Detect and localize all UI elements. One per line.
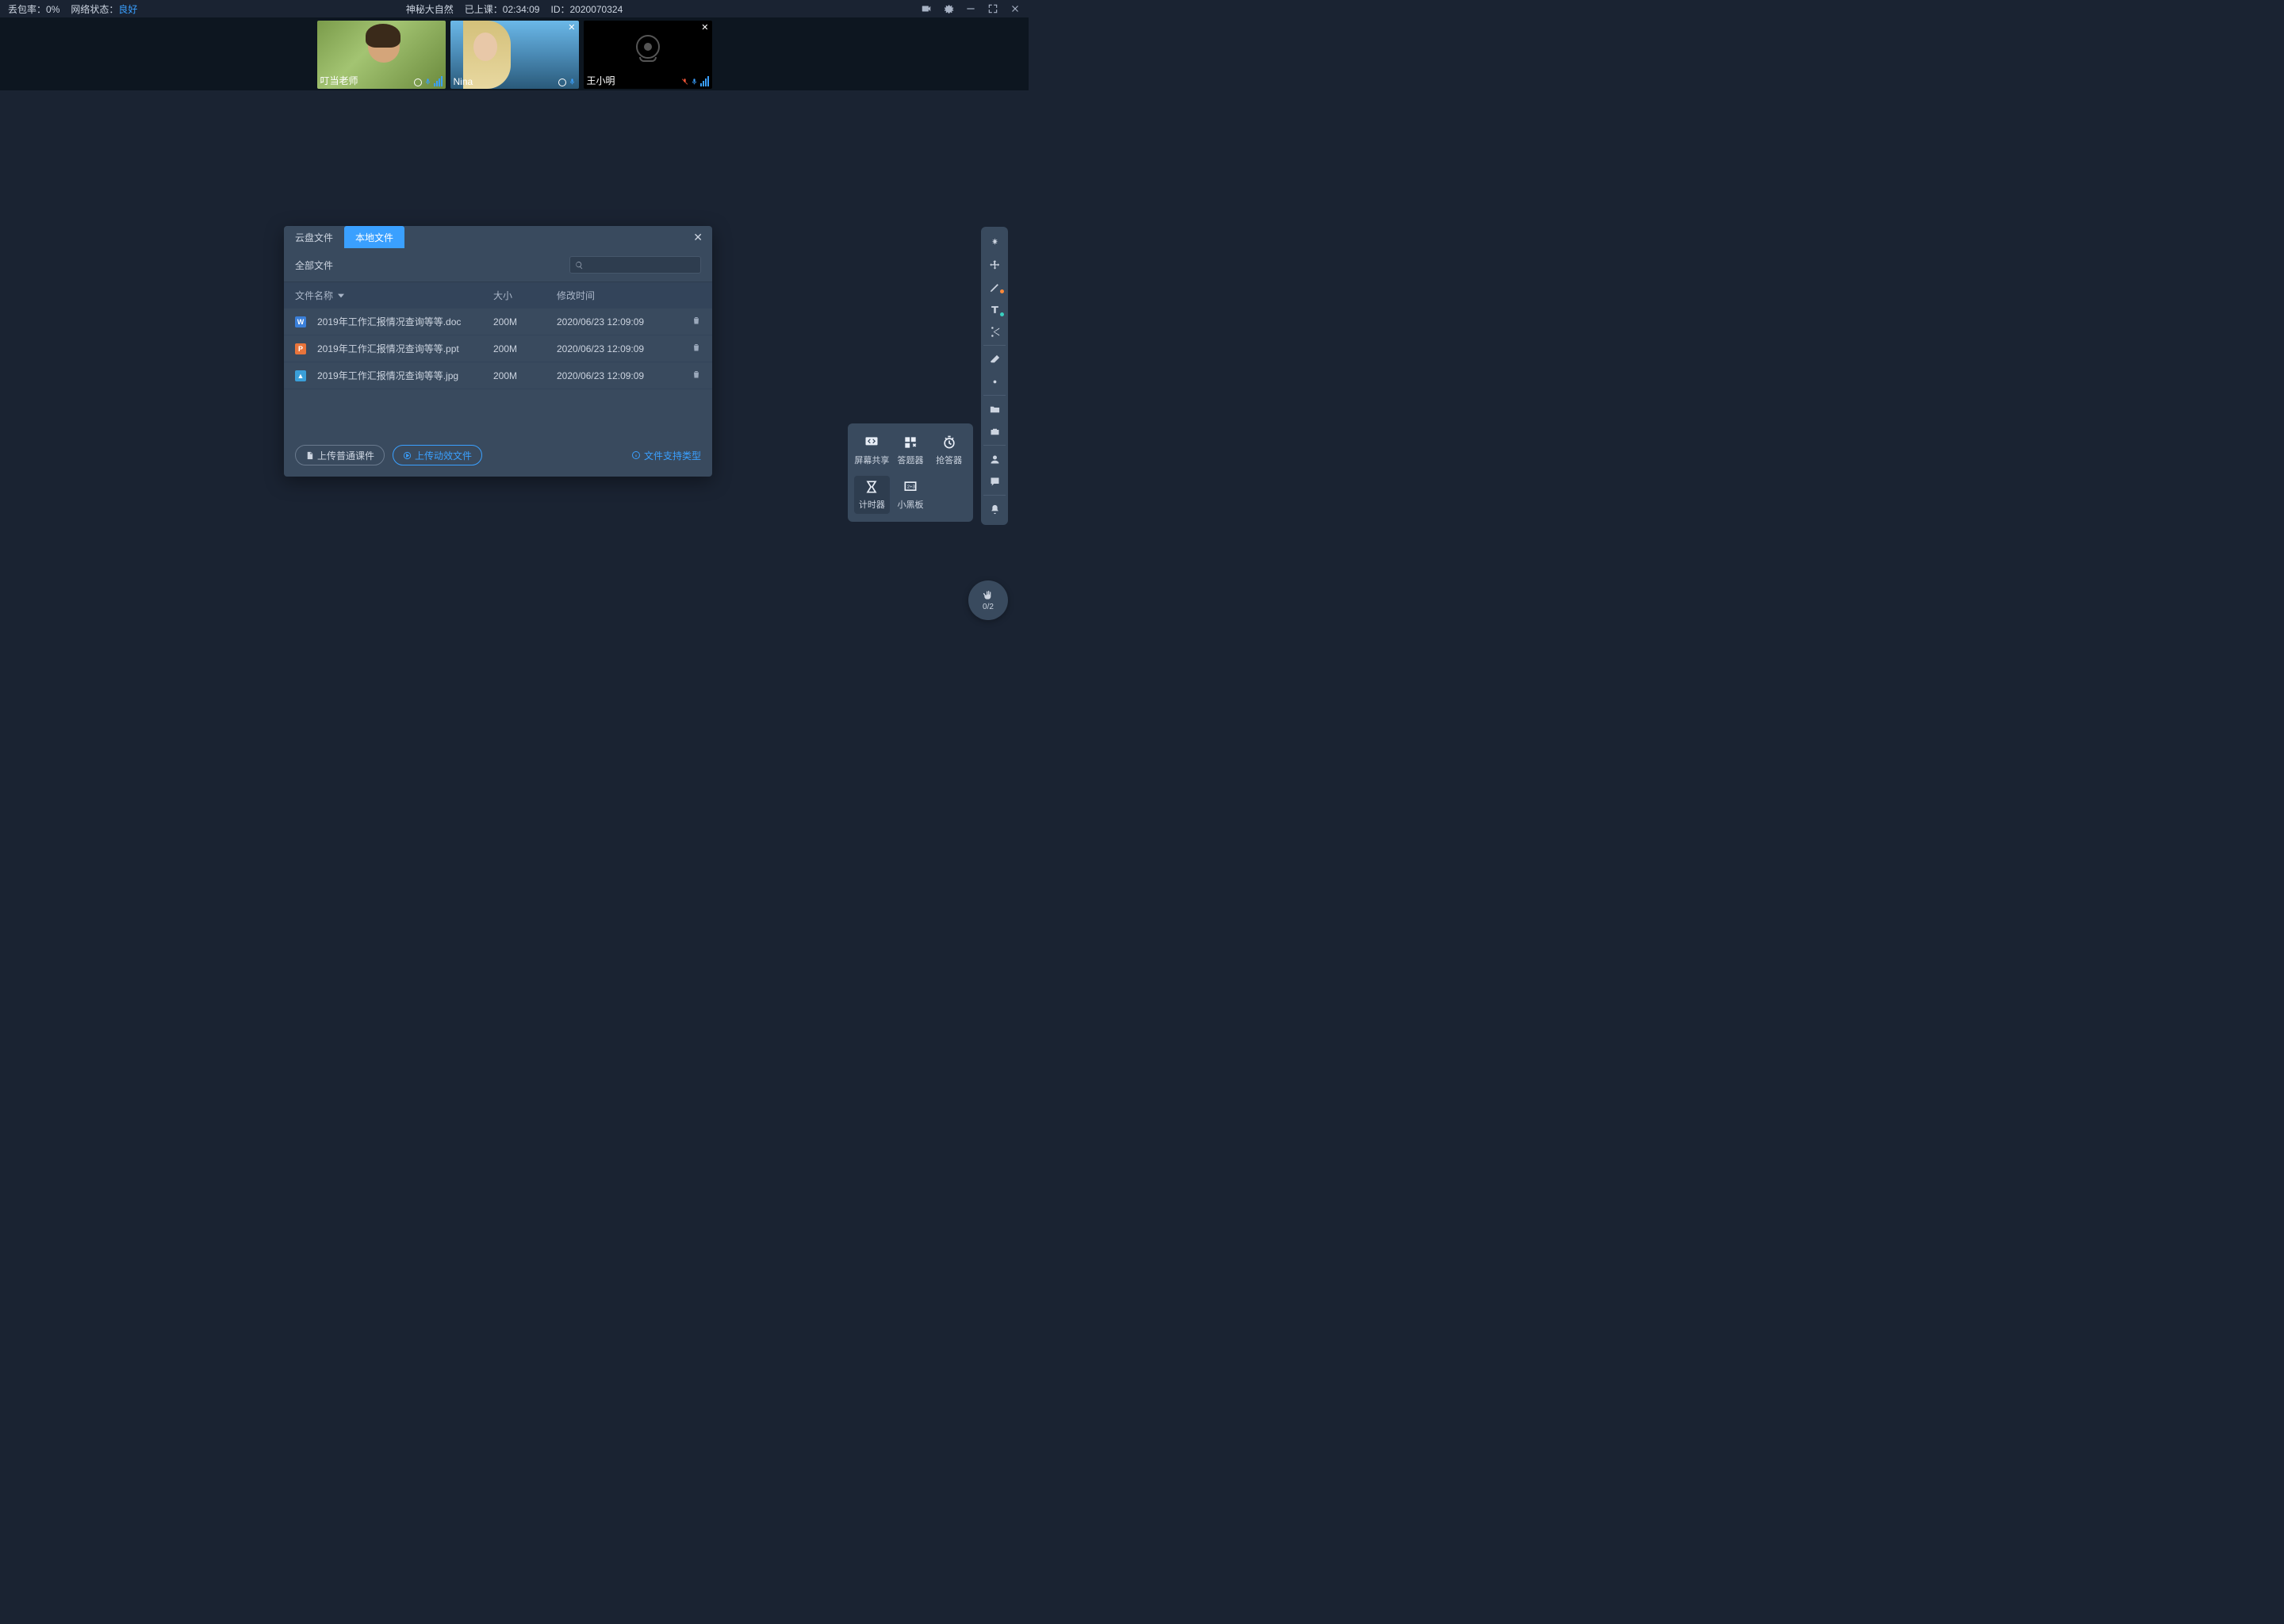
file-mtime: 2020/06/23 12:09:09 — [557, 316, 682, 327]
room-id-label: ID： — [550, 4, 569, 15]
camera-icon[interactable] — [921, 3, 932, 14]
hand-icon — [982, 589, 994, 602]
table-header: 文件名称 大小 修改时间 — [284, 282, 712, 308]
file-dialog: 云盘文件 本地文件 ✕ 全部文件 文件名称 大小 修改时间 W 2019年工作汇报… — [284, 226, 712, 477]
close-window-icon[interactable] — [1010, 3, 1021, 14]
file-mtime: 2020/06/23 12:09:09 — [557, 370, 682, 381]
breadcrumb: 全部文件 — [295, 259, 333, 272]
tool-answer[interactable]: 答题器 — [893, 431, 929, 469]
tool-move[interactable] — [983, 254, 1006, 276]
right-toolbar — [981, 227, 1008, 525]
file-icon — [305, 451, 314, 460]
video-tiles-row: 叮当老师 ✕ Nina ✕ 王小明 — [0, 17, 1029, 90]
record-indicator-icon — [558, 79, 566, 86]
video-name-label: 叮当老师 — [320, 74, 358, 87]
top-status-bar: 丢包率：0% 网络状态：良好 神秘大自然 已上课：02:34:09 ID：202… — [0, 0, 1029, 17]
file-name: 2019年工作汇报情况查询等等.jpg — [317, 369, 458, 382]
video-name-label: Nina — [454, 76, 473, 87]
search-input[interactable] — [569, 256, 701, 274]
hand-raise-button[interactable]: 0/2 — [968, 580, 1008, 620]
file-type-img-icon: ▲ — [295, 370, 306, 381]
mic-on-icon — [424, 77, 431, 86]
sort-desc-icon — [338, 293, 344, 298]
close-icon[interactable]: ✕ — [701, 22, 708, 33]
record-indicator-icon — [414, 79, 422, 86]
tool-race[interactable]: 抢答器 — [931, 431, 967, 469]
class-time-value: 02:34:09 — [503, 4, 540, 15]
tool-text[interactable] — [983, 298, 1006, 320]
dialog-close-icon[interactable]: ✕ — [684, 231, 712, 244]
mic-muted-icon — [681, 77, 688, 86]
delete-icon[interactable] — [692, 316, 701, 325]
packet-loss-value: 0% — [46, 4, 59, 15]
file-size: 200M — [493, 370, 557, 381]
minimize-icon[interactable] — [965, 3, 976, 14]
upload-anim-button[interactable]: 上传动效文件 — [393, 445, 482, 465]
col-size-header[interactable]: 大小 — [493, 289, 557, 302]
fullscreen-icon[interactable] — [987, 3, 998, 14]
network-label: 网络状态： — [71, 4, 118, 15]
tab-cloud[interactable]: 云盘文件 — [284, 226, 344, 248]
signal-bars-icon — [434, 76, 443, 86]
file-name: 2019年工作汇报情况查询等等.ppt — [317, 342, 459, 355]
tool-timer[interactable]: 计时器 — [854, 476, 890, 514]
file-size: 200M — [493, 316, 557, 327]
tool-pen[interactable] — [983, 276, 1006, 298]
tool-chat[interactable] — [983, 470, 1006, 492]
file-mtime: 2020/06/23 12:09:09 — [557, 343, 682, 354]
search-icon — [575, 261, 584, 270]
camera-off-icon — [636, 35, 660, 59]
delete-icon[interactable] — [692, 370, 701, 379]
network-value: 良好 — [118, 4, 137, 15]
tab-local[interactable]: 本地文件 — [344, 226, 404, 248]
packet-loss-label: 丢包率： — [8, 4, 46, 15]
file-size: 200M — [493, 343, 557, 354]
tool-toolbox[interactable] — [983, 420, 1006, 442]
tool-screen-share[interactable]: 屏幕共享 — [854, 431, 890, 469]
tool-blackboard[interactable]: 2+3 小黑板 — [893, 476, 929, 514]
file-type-ppt-icon: P — [295, 343, 306, 354]
video-name-label: 王小明 — [587, 74, 615, 87]
hand-count: 0/2 — [983, 603, 994, 611]
room-title: 神秘大自然 — [406, 2, 454, 16]
tool-folder[interactable] — [983, 398, 1006, 420]
info-icon — [631, 450, 641, 460]
tool-eraser[interactable] — [983, 348, 1006, 370]
tool-user[interactable] — [983, 448, 1006, 470]
table-row[interactable]: ▲ 2019年工作汇报情况查询等等.jpg 200M 2020/06/23 12:… — [284, 362, 712, 389]
class-time-label: 已上课： — [465, 4, 503, 15]
tool-bell[interactable] — [983, 498, 1006, 520]
svg-text:2+3: 2+3 — [907, 485, 915, 490]
upload-normal-button[interactable]: 上传普通课件 — [295, 445, 385, 465]
table-row[interactable]: W 2019年工作汇报情况查询等等.doc 200M 2020/06/23 12:… — [284, 308, 712, 335]
file-name: 2019年工作汇报情况查询等等.doc — [317, 315, 461, 328]
tool-laser[interactable] — [983, 370, 1006, 393]
mic-on-icon — [691, 77, 698, 86]
video-tile-student-camoff[interactable]: ✕ 王小明 — [584, 21, 712, 89]
col-mtime-header[interactable]: 修改时间 — [557, 289, 682, 302]
file-type-doc-icon: W — [295, 316, 306, 327]
room-id-value: 2020070324 — [570, 4, 623, 15]
signal-bars-icon — [700, 76, 709, 86]
dialog-tabs: 云盘文件 本地文件 ✕ — [284, 226, 712, 248]
table-row[interactable]: P 2019年工作汇报情况查询等等.ppt 200M 2020/06/23 12:… — [284, 335, 712, 362]
col-name-header[interactable]: 文件名称 — [295, 289, 493, 302]
teaching-tools-popover: 屏幕共享 答题器 抢答器 计时器 2+3 小黑板 — [848, 423, 973, 522]
video-tile-student[interactable]: ✕ Nina — [450, 21, 579, 89]
delete-icon[interactable] — [692, 343, 701, 352]
video-tile-teacher[interactable]: 叮当老师 — [317, 21, 446, 89]
supported-types-link[interactable]: 文件支持类型 — [631, 449, 701, 462]
tool-pointer[interactable] — [983, 232, 1006, 254]
close-icon[interactable]: ✕ — [568, 22, 575, 33]
play-circle-icon — [403, 451, 412, 460]
settings-icon[interactable] — [943, 3, 954, 14]
tool-scissors[interactable] — [983, 320, 1006, 343]
mic-on-icon — [569, 77, 576, 86]
